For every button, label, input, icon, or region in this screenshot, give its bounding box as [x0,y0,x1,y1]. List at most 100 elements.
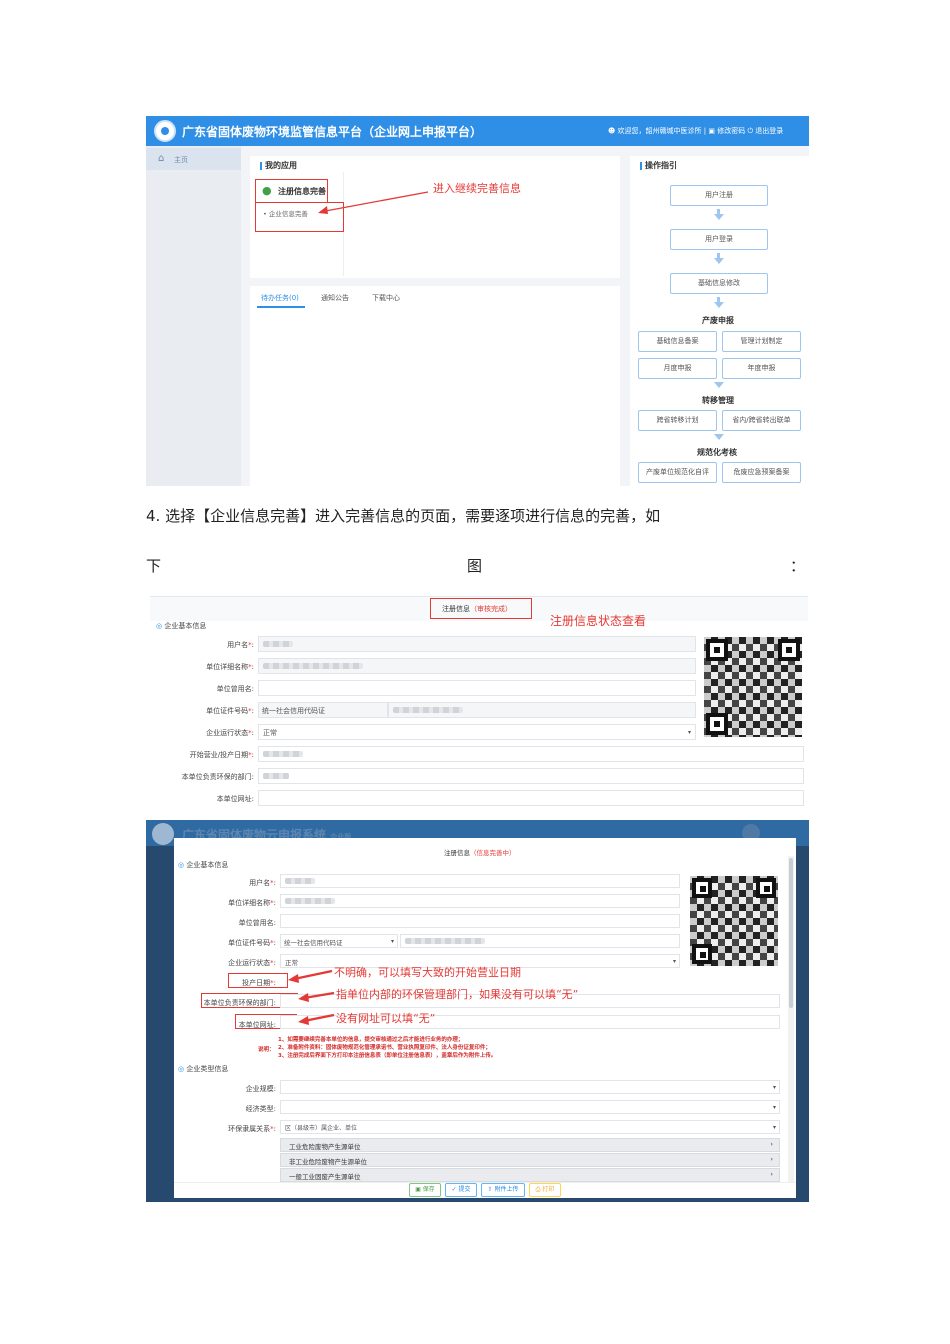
input-id-number[interactable] [400,934,680,948]
platform-title: 广东省固体废物环境监管信息平台（企业网上申报平台） [182,125,483,139]
select-economy-type[interactable]: ▾ [280,1100,780,1114]
instruction-text-line2-left: 下 [146,557,162,575]
background-logo-icon [152,823,174,845]
highlight-status-box [430,598,532,619]
chevron-down-icon: ▾ [772,1084,776,1091]
section-waste-declare: 产废申报 [702,316,734,325]
label-scale: 企业规模: [245,1085,276,1093]
info-circle-icon: ◎ [178,1065,185,1073]
select-run-status[interactable]: 正常 ▾ [258,724,696,740]
label-id-number: 单位证件号码*: [206,707,254,715]
accordion-general-industrial[interactable]: 一般工业固废产生源单位 › [280,1168,780,1182]
highlight-date-label [228,973,288,988]
input-former-name[interactable] [280,914,680,928]
section-transfer: 转移管理 [702,396,734,405]
save-icon: ▣ [415,1186,421,1193]
tasks-panel [250,286,620,486]
explain-label: 说明： [258,1047,275,1053]
chevron-right-icon: › [770,1155,773,1163]
reg-info-label: 注册信息 [444,849,470,857]
input-id-number[interactable] [388,702,696,718]
label-run-status: 企业运行状态*: [228,959,276,967]
btn-annual-declare[interactable]: 年度申报 [722,358,801,379]
platform-logo-icon [154,120,176,142]
annotation-continue: 进入继续完善信息 [433,182,521,195]
btn-self-assessment[interactable]: 产废单位规范化自评 [638,462,717,483]
label-run-status: 企业运行状态*: [206,729,254,737]
arrow-down-icon [714,302,724,308]
instruction-text-line2-right: ： [790,557,806,575]
reg-status: （信息完善中） [470,849,516,857]
label-website: 本单位网址: [216,795,254,803]
annotation-arrow-1 [318,191,429,214]
user-icon: ☻ [608,127,616,135]
annotation-status: 注册信息状态查看 [550,614,647,628]
change-password-link[interactable]: 修改密码 [717,127,745,135]
explain-line-2: 2、准备附件资料：固体废物规范化管理承诺书、营业执照复印件、法人身份证复印件； [278,1045,491,1051]
save-button[interactable]: ▣ 保存 [409,1183,441,1197]
input-start-date[interactable] [258,746,804,762]
accordion-nonindustrial-hazardous[interactable]: 非工业危险废物产生源单位 › [280,1153,780,1167]
instruction-text-line2-mid: 图 [467,557,483,575]
arrow-down-icon [714,214,724,220]
annotation-date: 不明确，可以填写大致的开始营业日期 [334,966,521,979]
flow-basic-info-edit[interactable]: 基础信息修改 [670,273,768,294]
input-env-dept[interactable] [258,768,804,784]
info-circle-icon: ◎ [156,622,163,630]
power-icon: ⏻ [747,127,754,135]
annotation-arrow-date [288,969,333,983]
label-username: 用户名*: [249,879,276,887]
tab-download[interactable]: 下载中心 [372,293,400,303]
label-env-dept: 本单位负责环保的部门: [181,773,254,781]
flow-user-login[interactable]: 用户登录 [670,229,768,250]
select-scale[interactable]: ▾ [280,1080,780,1094]
logout-link[interactable]: 退出登录 [755,127,783,135]
btn-cross-province-plan[interactable]: 跨省转移计划 [638,410,717,431]
user-info-bar: ☻ 欢迎您，韶州赣城中医诊所 | ▣ 修改密码 ⏻ 退出登录 [608,127,784,135]
select-id-type[interactable]: 统一社会信用代码证 [258,702,388,718]
select-id-type[interactable]: 统一社会信用代码证 ▾ [280,934,398,948]
explain-line-3: 3、注册完成后界面下方打印本注册信息表（即单位注册信息表），盖章后作为附件上传。 [278,1053,497,1059]
btn-emergency-plan[interactable]: 危废应急预案备案 [722,462,801,483]
input-full-name[interactable] [280,894,680,908]
label-full-name: 单位详细名称*: [206,663,254,671]
flow-user-register[interactable]: 用户注册 [670,185,768,206]
scrollbar-thumb[interactable] [789,858,793,1008]
print-button[interactable]: ⎙ 打印 [529,1183,561,1197]
btn-transfer-manifest[interactable]: 省内/跨省转出联单 [722,410,801,431]
screenshot-registration-in-progress: 广东省固体废物云申报系统 企业版 注册信息（信息完善中） ◎ 企业基本信息 用户… [146,820,809,1202]
arrow-down-icon [714,258,724,264]
label-start-date: 开始营业/投产日期*: [189,751,254,759]
input-full-name[interactable] [258,658,696,674]
input-former-name[interactable] [258,680,696,696]
input-username[interactable] [258,636,696,652]
input-username[interactable] [280,874,680,888]
chevron-down-icon: ▾ [772,1124,776,1131]
left-sidebar [146,146,241,486]
chevron-down-icon: ▾ [772,1104,776,1111]
btn-management-plan[interactable]: 管理计划制定 [722,331,801,352]
explain-block: 1、如需要继续完善本单位的信息，提交审核通过之后才能进行业务的办理； 2、准备附… [278,1036,496,1060]
chevron-right-icon: › [770,1140,773,1148]
instruction-text-line1: 4. 选择【企业信息完善】进入完善信息的页面，需要逐项进行信息的完善，如 [146,507,661,525]
section-basic-info: ◎ 企业基本信息 [156,622,207,630]
btn-basic-info-filing[interactable]: 基础信息备案 [638,331,717,352]
accordion-industrial-hazardous[interactable]: 工业危险废物产生源单位 › [280,1138,780,1152]
annotation-arrow-website [298,1013,335,1025]
section-standardization: 规范化考核 [697,448,737,457]
check-icon: ✓ [451,1186,457,1193]
registration-modal: 注册信息（信息完善中） ◎ 企业基本信息 用户名*: 单位详细名称*: 单位曾用… [174,838,796,1198]
user-name: 韶州赣城中医诊所 [645,127,702,135]
input-website[interactable] [258,790,804,806]
annotation-website: 没有网址可以填“无” [336,1012,436,1025]
btn-monthly-declare[interactable]: 月度申报 [638,358,717,379]
lock-icon: ▣ [708,127,715,135]
section-basic-info: ◎ 企业基本信息 [178,861,229,869]
tab-todo[interactable]: 待办任务(0) [261,293,299,303]
tab-notice[interactable]: 通知公告 [321,293,349,303]
qr-code-image [704,637,802,737]
select-affiliation[interactable]: 区（县级市）属企业、单位 ▾ [280,1120,780,1134]
reg-info-header: 注册信息（信息完善中） [444,847,516,857]
upload-attachment-button[interactable]: ⇧ 附件上传 [481,1183,525,1197]
submit-button[interactable]: ✓ 提交 [445,1183,477,1197]
